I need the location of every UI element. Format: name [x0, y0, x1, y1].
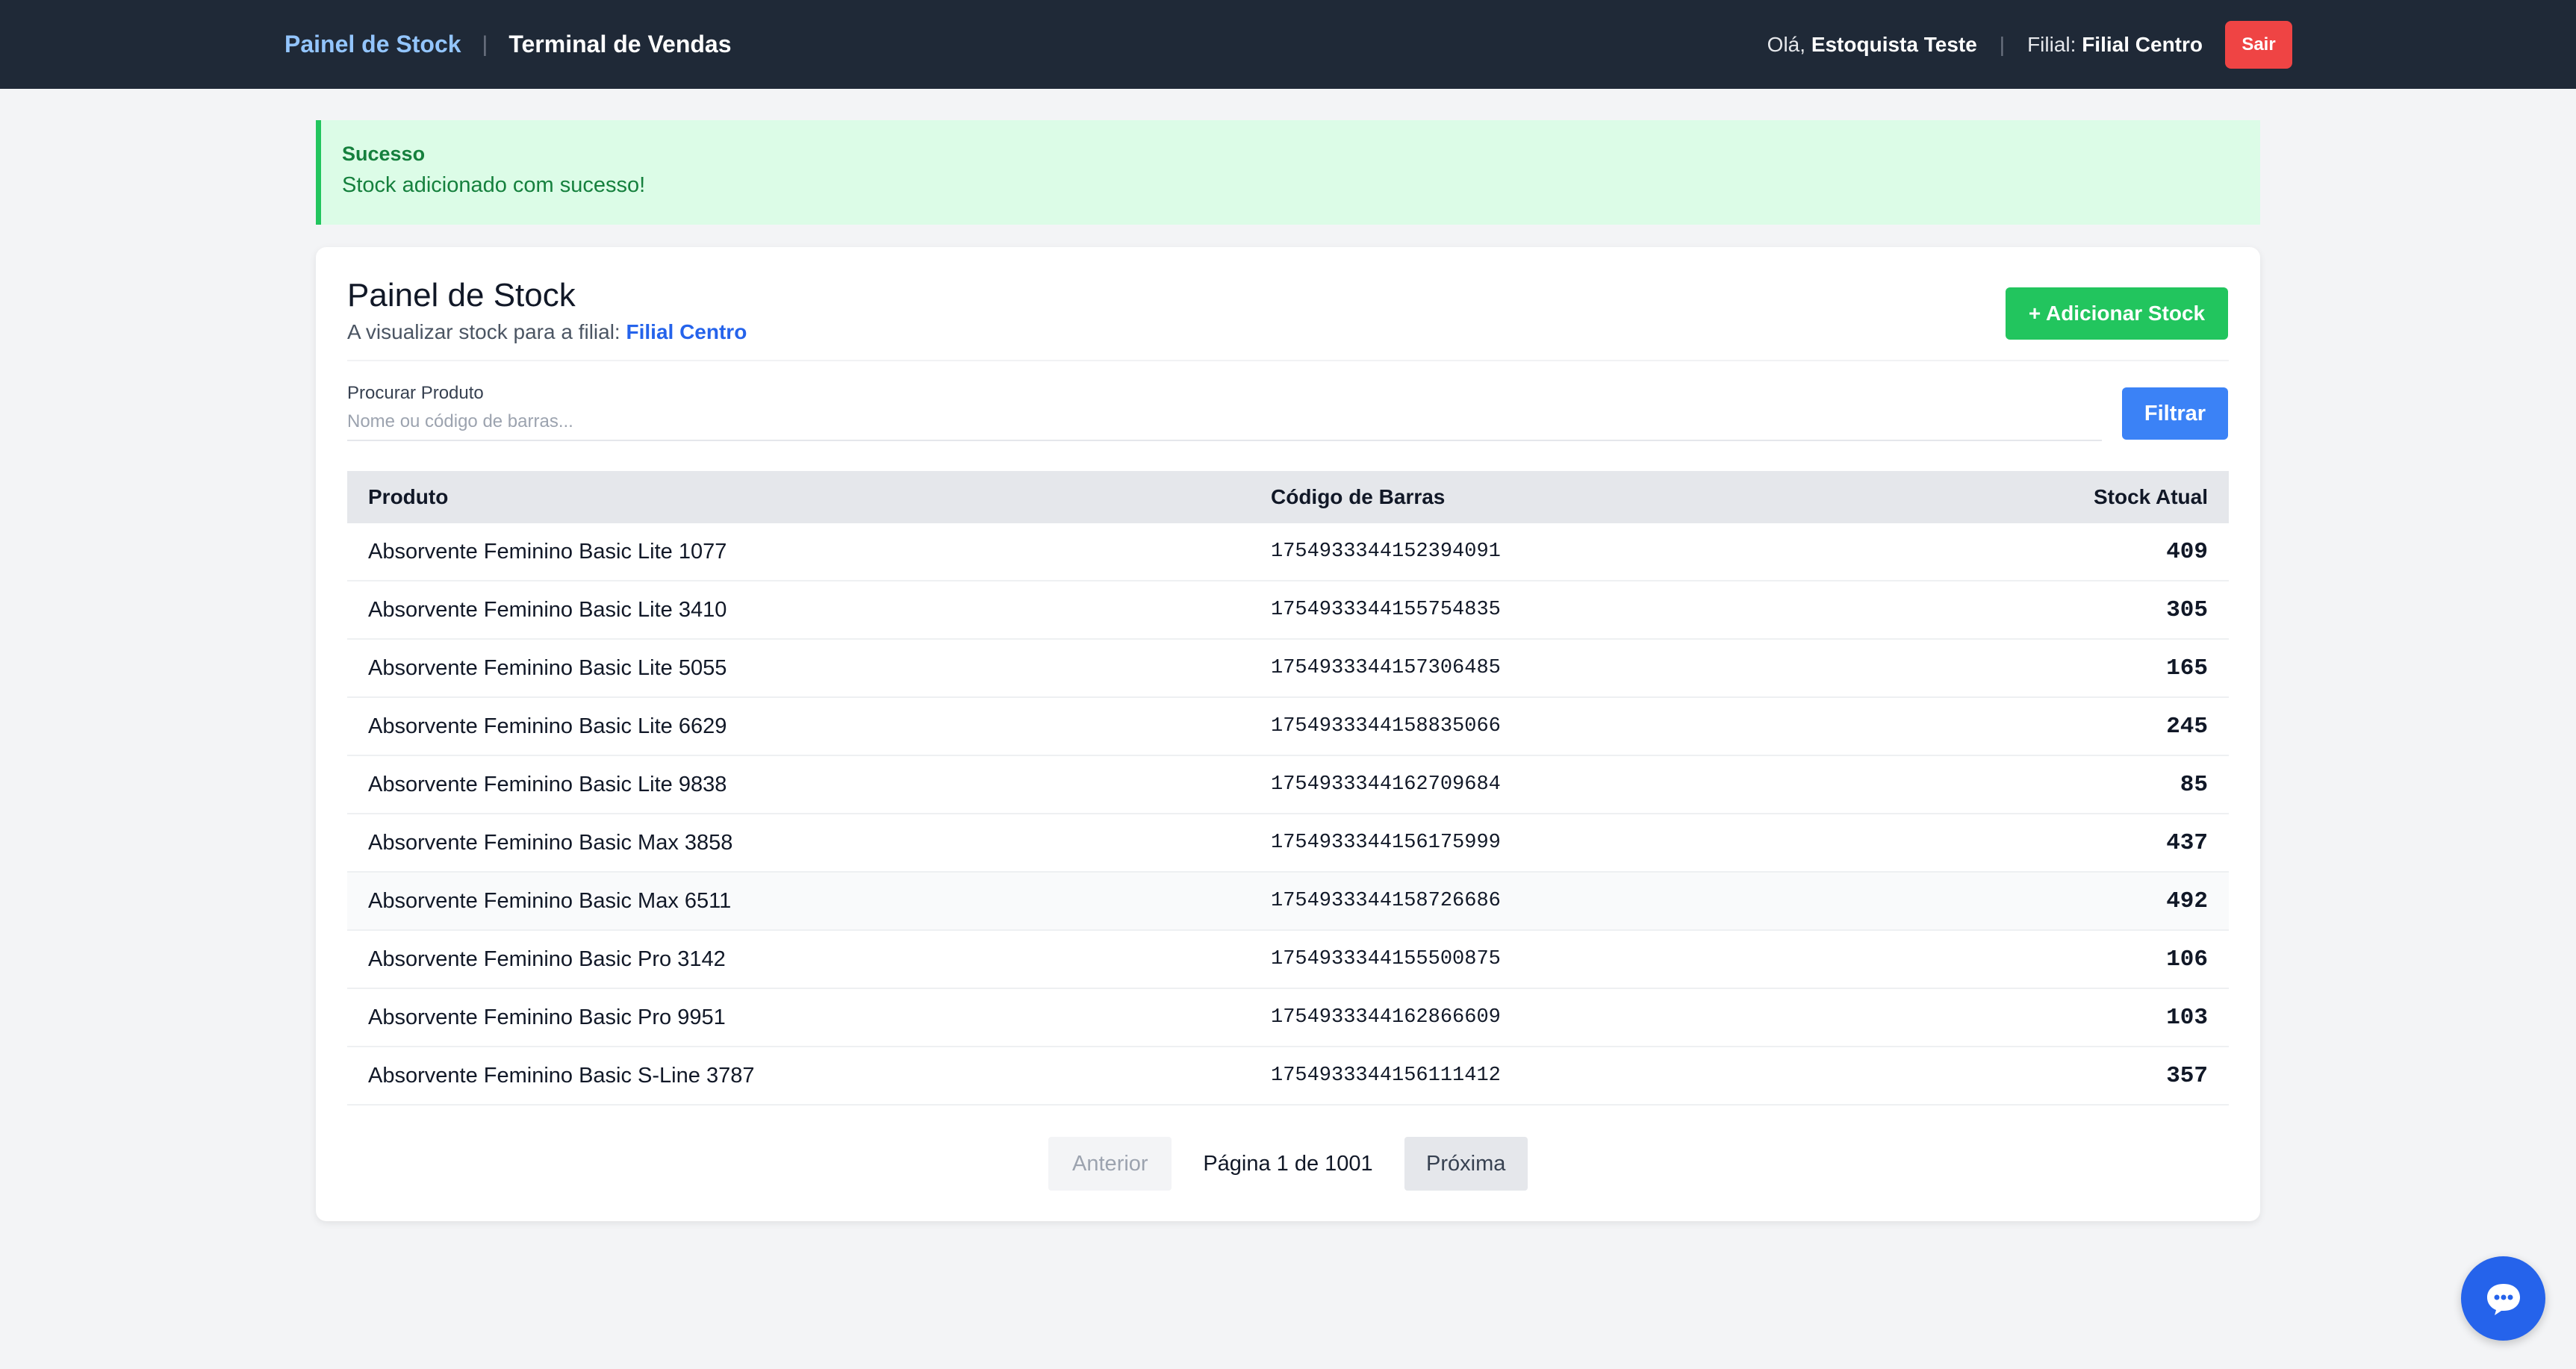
search-input[interactable] — [347, 404, 2102, 441]
cell-product: Absorvente Feminino Basic Pro 9951 — [368, 1005, 726, 1029]
cell-product: Absorvente Feminino Basic Lite 1077 — [368, 539, 727, 564]
cell-product: Absorvente Feminino Basic S-Line 3787 — [368, 1063, 755, 1088]
cell-stock: 492 — [2166, 888, 2208, 914]
cell-stock: 305 — [2166, 596, 2208, 623]
cell-barcode: 1754933344156111412 — [1271, 1064, 1501, 1087]
cell-barcode: 1754933344157306485 — [1271, 657, 1501, 679]
chat-button[interactable] — [2461, 1256, 2545, 1341]
subtitle-prefix: A visualizar stock para a filial: — [347, 320, 626, 343]
user-separator: | — [1999, 32, 2006, 56]
next-page-button[interactable]: Próxima — [1404, 1137, 1528, 1191]
table-row: Absorvente Feminino Basic S-Line 3787 17… — [347, 1047, 2229, 1106]
branch-prefix: Filial: — [2027, 32, 2076, 56]
cell-product: Absorvente Feminino Basic Lite 6629 — [368, 714, 727, 738]
cell-stock: 437 — [2166, 829, 2208, 856]
cell-product: Absorvente Feminino Basic Lite 9838 — [368, 772, 727, 796]
previous-page-button[interactable]: Anterior — [1048, 1137, 1172, 1191]
table-row: Absorvente Feminino Basic Lite 9838 1754… — [347, 756, 2229, 814]
cell-stock: 357 — [2166, 1062, 2208, 1089]
cell-stock: 409 — [2166, 538, 2208, 565]
cell-stock: 106 — [2166, 946, 2208, 973]
table-row: Absorvente Feminino Basic Lite 6629 1754… — [347, 698, 2229, 756]
table-row: Absorvente Feminino Basic Max 3858 17549… — [347, 814, 2229, 873]
logout-button[interactable]: Sair — [2225, 20, 2292, 69]
table-row-hovered: Absorvente Feminino Basic Max 6511 17549… — [347, 873, 2229, 931]
branch-name: Filial Centro — [2082, 32, 2203, 56]
page-title: Painel de Stock — [347, 277, 576, 314]
pagination: Anterior Página 1 de 1001 Próxima — [316, 1137, 2260, 1191]
cell-barcode: 1754933344152394091 — [1271, 540, 1501, 563]
column-header-barcode: Código de Barras — [1271, 485, 1446, 508]
stock-panel-card: Painel de Stock A visualizar stock para … — [316, 247, 2260, 1221]
page-info: Página 1 de 1001 — [1203, 1151, 1373, 1176]
chat-bubble-icon — [2486, 1283, 2520, 1315]
filter-button[interactable]: Filtrar — [2122, 387, 2228, 440]
cell-barcode: 1754933344155754835 — [1271, 599, 1501, 621]
column-header-stock: Stock Atual — [2094, 485, 2208, 508]
cell-barcode: 1754933344158835066 — [1271, 715, 1501, 737]
cell-barcode: 1754933344162709684 — [1271, 773, 1501, 796]
top-navbar: Painel de Stock | Terminal de Vendas Olá… — [0, 0, 2576, 89]
greeting-prefix: Olá, — [1767, 32, 1806, 56]
page-subtitle: A visualizar stock para a filial: Filial… — [347, 320, 747, 344]
table-row: Absorvente Feminino Basic Lite 5055 1754… — [347, 640, 2229, 698]
pos-terminal-link[interactable]: Terminal de Vendas — [508, 31, 731, 58]
stock-table: Produto Código de Barras Stock Atual Abs… — [347, 471, 2229, 1106]
cell-product: Absorvente Feminino Basic Max 3858 — [368, 830, 733, 855]
table-row: Absorvente Feminino Basic Pro 3142 17549… — [347, 931, 2229, 989]
search-label: Procurar Produto — [347, 383, 484, 403]
cell-product: Absorvente Feminino Basic Pro 3142 — [368, 947, 726, 971]
alert-title: Sucesso — [342, 143, 426, 165]
cell-barcode: 1754933344156175999 — [1271, 832, 1501, 854]
cell-product: Absorvente Feminino Basic Lite 5055 — [368, 655, 727, 680]
user-info: Olá, Estoquista Teste | Filial: Filial C… — [1767, 0, 2292, 89]
cell-barcode: 1754933344158726686 — [1271, 890, 1501, 912]
table-header: Produto Código de Barras Stock Atual — [347, 471, 2229, 523]
cell-stock: 103 — [2166, 1004, 2208, 1031]
table-row: Absorvente Feminino Basic Lite 3410 1754… — [347, 581, 2229, 640]
cell-stock: 245 — [2166, 713, 2208, 740]
nav-separator: | — [482, 31, 488, 57]
cell-product: Absorvente Feminino Basic Max 6511 — [368, 888, 732, 913]
add-stock-button[interactable]: + Adicionar Stock — [2006, 287, 2228, 340]
header-divider — [347, 360, 2229, 361]
cell-barcode: 1754933344162866609 — [1271, 1006, 1501, 1029]
navbar-brand-group: Painel de Stock | Terminal de Vendas — [284, 0, 732, 89]
cell-stock: 165 — [2166, 655, 2208, 682]
success-alert: Sucesso Stock adicionado com sucesso! — [316, 120, 2260, 225]
brand-link[interactable]: Painel de Stock — [284, 31, 461, 58]
subtitle-branch: Filial Centro — [626, 320, 747, 343]
cell-stock: 85 — [2180, 771, 2208, 798]
user-name: Estoquista Teste — [1811, 32, 1977, 56]
cell-product: Absorvente Feminino Basic Lite 3410 — [368, 597, 727, 622]
table-row: Absorvente Feminino Basic Lite 1077 1754… — [347, 523, 2229, 581]
alert-message: Stock adicionado com sucesso! — [342, 173, 646, 197]
column-header-product: Produto — [368, 485, 449, 508]
table-row: Absorvente Feminino Basic Pro 9951 17549… — [347, 989, 2229, 1047]
cell-barcode: 1754933344155500875 — [1271, 948, 1501, 970]
